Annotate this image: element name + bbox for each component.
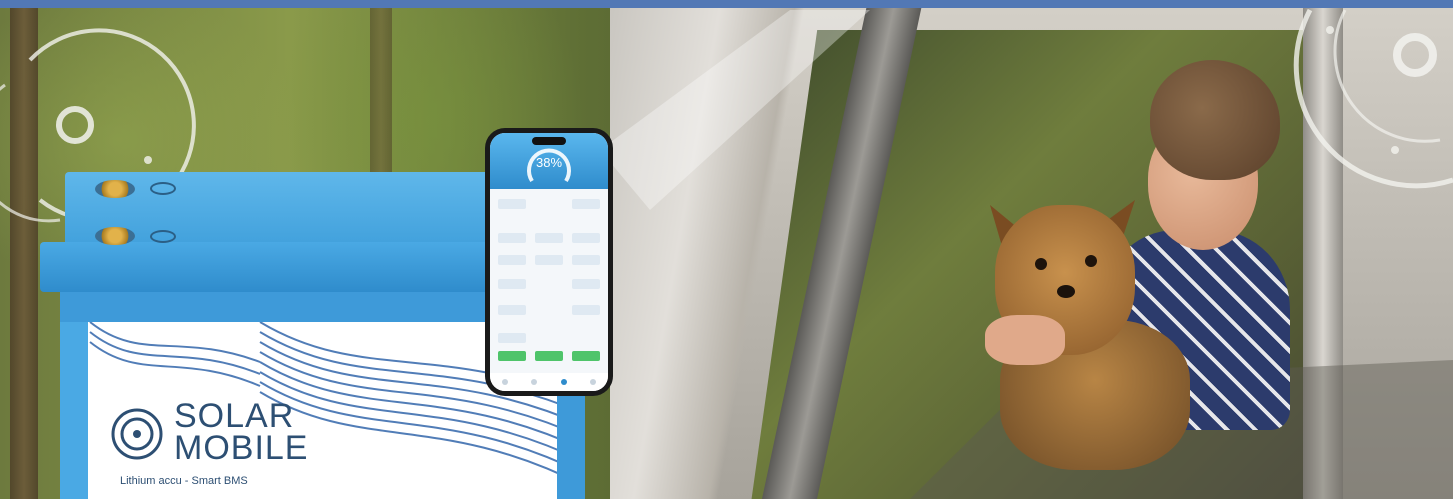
tree-trunk xyxy=(370,0,392,200)
app-row xyxy=(498,233,600,243)
phone-screen: 38% xyxy=(490,133,608,391)
app-tabbar xyxy=(490,373,608,391)
dog-nose xyxy=(1057,285,1075,298)
brand-name-line2: MOBILE xyxy=(174,429,309,467)
person-hair xyxy=(1150,60,1280,180)
tab-icon xyxy=(560,379,567,385)
battery-terminal-icon xyxy=(95,180,135,198)
app-row xyxy=(498,279,600,289)
person-hand xyxy=(985,315,1065,365)
brand-tagline: Lithium accu - Smart BMS xyxy=(120,475,248,487)
circle-logo-icon xyxy=(111,408,163,460)
battery-side xyxy=(60,322,88,499)
hero-banner: SOLAR MOBILE Lithium accu - Smart BMS 38… xyxy=(0,0,1453,499)
tree-trunk xyxy=(10,0,38,499)
app-row xyxy=(498,199,600,209)
app-row xyxy=(498,351,600,361)
van-door-frame xyxy=(1303,0,1343,499)
app-row xyxy=(498,333,600,343)
tab-icon xyxy=(531,379,538,385)
dog-eye xyxy=(1035,258,1047,270)
tab-icon xyxy=(590,379,597,385)
top-accent-bar xyxy=(0,0,1453,8)
phone-notch xyxy=(532,137,566,145)
app-row xyxy=(498,255,600,265)
battery-vent-icon xyxy=(150,182,176,195)
app-row xyxy=(498,305,600,315)
tab-icon xyxy=(501,379,508,385)
brand-block: SOLAR MOBILE Lithium accu - Smart BMS xyxy=(110,397,350,497)
battery-vent-icon xyxy=(150,230,176,243)
battery-terminal-icon xyxy=(95,227,135,245)
soc-percentage: 38% xyxy=(535,155,563,170)
brand-name-line1: SOLAR xyxy=(174,397,295,435)
dog-eye xyxy=(1085,255,1097,267)
smartphone: 38% xyxy=(485,128,613,396)
